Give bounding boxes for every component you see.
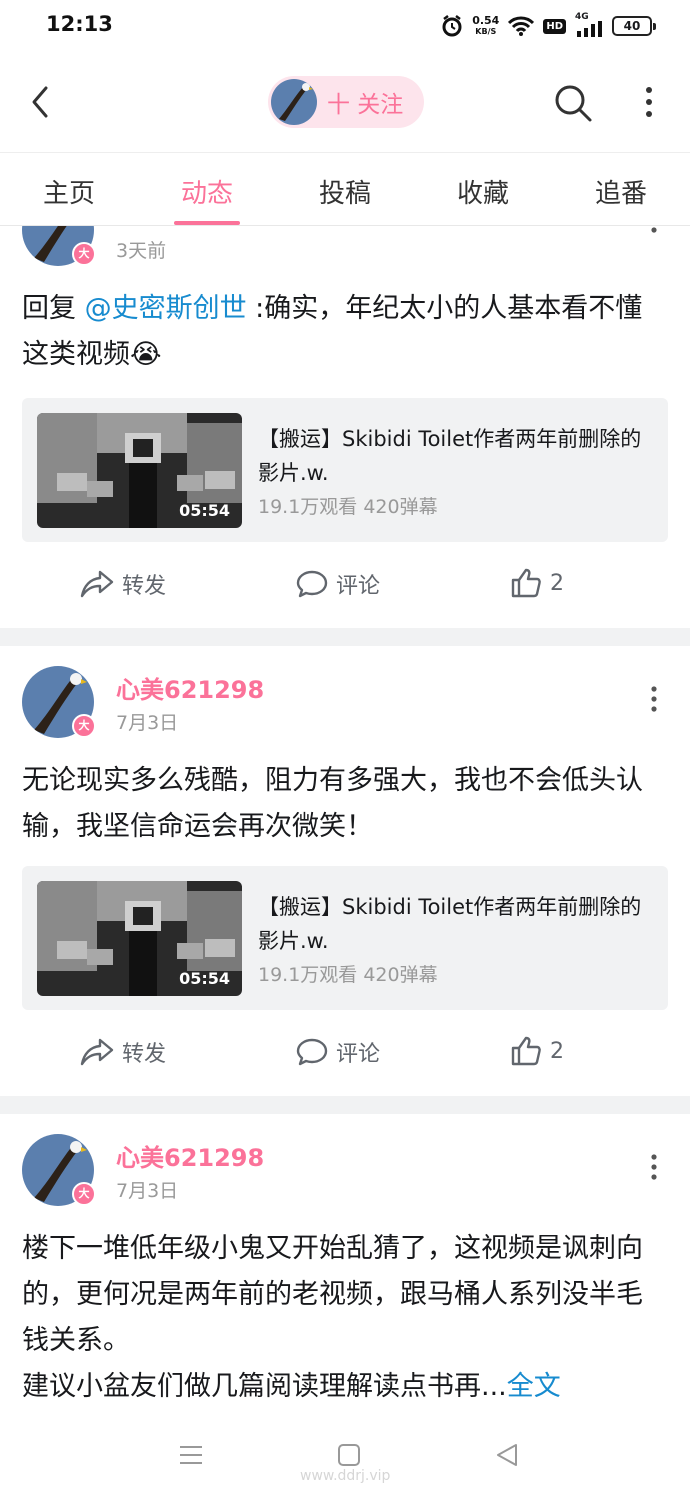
video-thumbnail: 05:54 bbox=[37, 413, 242, 528]
user-mention[interactable]: @史密斯创世 bbox=[85, 293, 247, 324]
tab-home[interactable]: 主页 bbox=[14, 173, 124, 210]
top-bar: 十 关注 bbox=[0, 52, 690, 152]
username[interactable]: 心美621298 bbox=[116, 1138, 264, 1173]
system-nav-bar: www.ddrj.vip bbox=[0, 1428, 690, 1495]
post-more-icon[interactable] bbox=[644, 226, 664, 250]
clock: 12:13 bbox=[46, 12, 113, 36]
post-actions: 转发 评论 2 bbox=[0, 560, 690, 610]
video-card[interactable]: 05:54 【搬运】Skibidi Toilet作者两年前删除的影片.w. 19… bbox=[22, 398, 668, 542]
avatar bbox=[271, 79, 317, 125]
thumbs-up-icon bbox=[511, 1036, 541, 1066]
network-speed: 0.54 KB/S bbox=[472, 14, 500, 36]
video-duration: 05:54 bbox=[179, 969, 230, 988]
post-time: 7月3日 bbox=[116, 1180, 179, 1202]
avatar-badge: 大 bbox=[72, 714, 96, 738]
menu-icon[interactable] bbox=[178, 1442, 204, 1468]
status-icons: 0.54 KB/S HD 4G 40 bbox=[441, 12, 656, 40]
like-button[interactable]: 2 bbox=[510, 1036, 564, 1066]
wifi-icon bbox=[508, 16, 535, 36]
post-more-icon[interactable] bbox=[644, 1152, 664, 1186]
share-button[interactable]: 转发 bbox=[80, 568, 166, 600]
comment-icon bbox=[296, 570, 328, 598]
like-count: 2 bbox=[550, 1038, 564, 1064]
status-bar: 12:13 0.54 KB/S HD 4G 40 bbox=[0, 0, 690, 52]
crying-emoji: 😭 bbox=[130, 339, 162, 370]
comment-button[interactable]: 评论 bbox=[296, 1036, 380, 1068]
thumbs-up-icon bbox=[511, 568, 541, 598]
tab-favorites[interactable]: 收藏 bbox=[428, 173, 538, 210]
profile-tabs: 主页 动态 投稿 收藏 追番 bbox=[0, 152, 690, 226]
avatar-badge: 大 bbox=[72, 242, 96, 266]
post-text: 回复 @史密斯创世 :确实，年纪太小的人基本看不懂这类视频😭 bbox=[22, 293, 643, 370]
video-card[interactable]: 05:54 【搬运】Skibidi Toilet作者两年前删除的影片.w. 19… bbox=[22, 866, 668, 1010]
home-square-icon[interactable] bbox=[336, 1442, 362, 1468]
comment-icon bbox=[296, 1038, 328, 1066]
share-icon bbox=[80, 570, 114, 598]
follow-button[interactable]: 十 关注 bbox=[268, 76, 424, 128]
tab-bangumi[interactable]: 追番 bbox=[566, 173, 676, 210]
active-tab-indicator bbox=[174, 221, 240, 225]
video-title: 【搬运】Skibidi Toilet作者两年前删除的影片.w. bbox=[258, 895, 642, 953]
username[interactable]: 心美621298 bbox=[116, 670, 264, 705]
post-time: 3天前 bbox=[116, 240, 167, 262]
signal-icon: 4G bbox=[575, 12, 603, 37]
tab-dynamics[interactable]: 动态 bbox=[152, 173, 262, 210]
post-divider bbox=[0, 1096, 690, 1114]
watermark: www.ddrj.vip bbox=[300, 1468, 391, 1484]
follow-label: 十 关注 bbox=[327, 92, 404, 118]
post-actions: 转发 评论 2 bbox=[0, 1028, 690, 1078]
video-stats: 19.1万观看 420弹幕 bbox=[258, 496, 438, 518]
hd-icon: HD bbox=[543, 18, 566, 34]
alarm-icon bbox=[442, 15, 462, 37]
share-icon bbox=[80, 1038, 114, 1066]
avatar-badge: 大 bbox=[72, 1182, 96, 1206]
more-icon[interactable] bbox=[638, 84, 660, 120]
video-thumbnail: 05:54 bbox=[37, 881, 242, 996]
post-time: 7月3日 bbox=[116, 712, 179, 734]
tab-uploads[interactable]: 投稿 bbox=[290, 173, 400, 210]
video-stats: 19.1万观看 420弹幕 bbox=[258, 964, 438, 986]
feed[interactable]: 大 3天前 回复 @史密斯创世 :确实，年纪太小的人基本看不懂这类视频😭 05:… bbox=[0, 226, 690, 1426]
video-title: 【搬运】Skibidi Toilet作者两年前删除的影片.w. bbox=[258, 427, 642, 485]
post-more-icon[interactable] bbox=[644, 684, 664, 718]
comment-button[interactable]: 评论 bbox=[296, 568, 380, 600]
share-button[interactable]: 转发 bbox=[80, 1036, 166, 1068]
post-text: 楼下一堆低年级小鬼又开始乱猜了，这视频是讽刺向的，更何况是两年前的老视频，跟马桶… bbox=[22, 1233, 643, 1402]
back-triangle-icon[interactable] bbox=[494, 1442, 520, 1468]
post-text: 无论现实多么残酷，阻力有多强大，我也不会低头认输，我坚信命运会再次微笑！ bbox=[22, 765, 643, 842]
like-count: 2 bbox=[550, 570, 564, 596]
like-button[interactable]: 2 bbox=[510, 568, 564, 598]
back-arrow-icon[interactable] bbox=[24, 82, 60, 122]
post-divider bbox=[0, 628, 690, 646]
search-icon[interactable] bbox=[552, 82, 594, 124]
expand-full-text-link[interactable]: 全文 bbox=[507, 1371, 561, 1402]
video-duration: 05:54 bbox=[179, 501, 230, 520]
battery-icon: 40 bbox=[612, 16, 656, 36]
